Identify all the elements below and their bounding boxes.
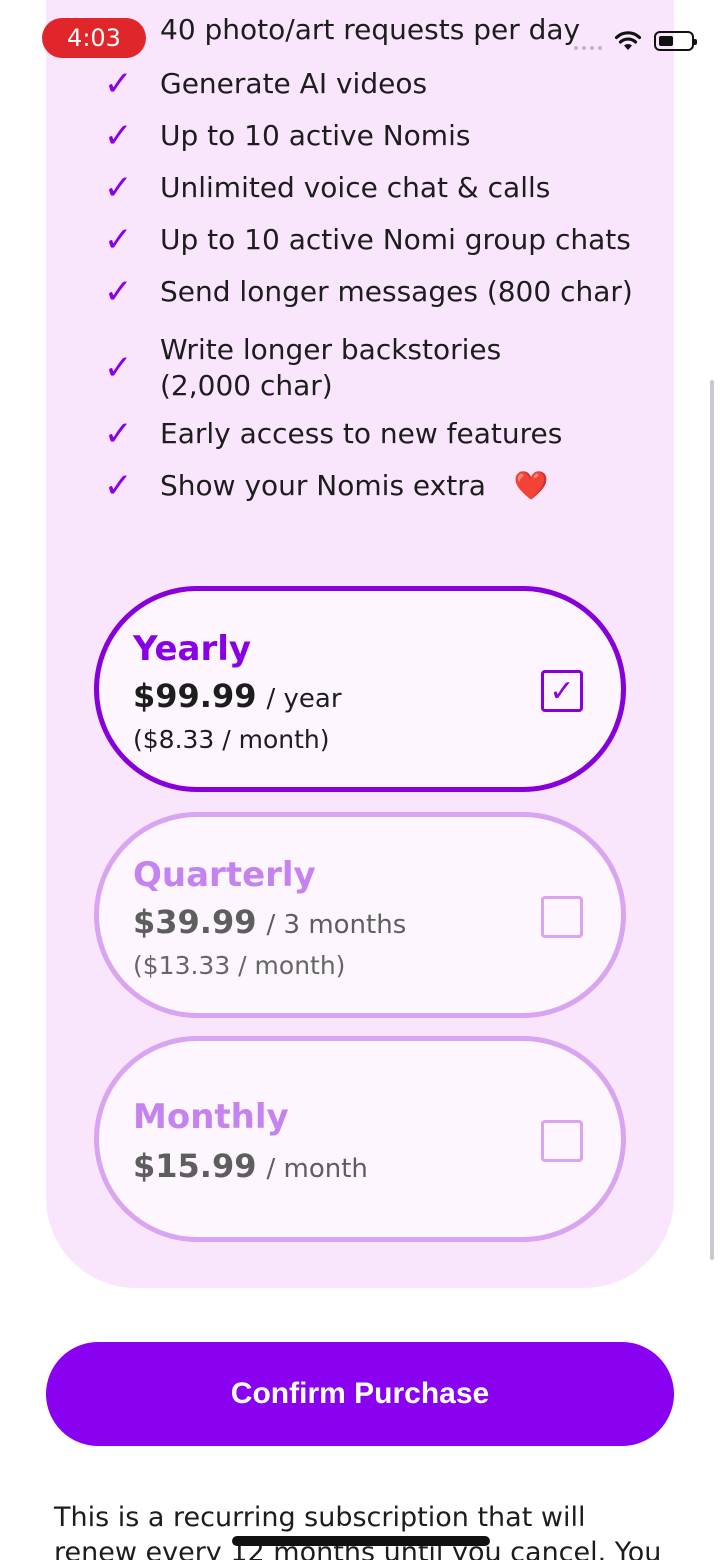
plan-price-amount: $15.99	[133, 1147, 257, 1185]
feature-label-line1: Write longer backstories	[160, 333, 502, 366]
check-icon: ✓	[104, 272, 133, 313]
plan-price: $39.99 / 3 months	[133, 903, 406, 941]
heart-icon: ❤️	[513, 469, 549, 502]
feature-label: Generate AI videos	[160, 67, 428, 100]
feature-item: ✓ 40 photo/art requests per day	[104, 12, 580, 48]
feature-item: ✓ Early access to new features	[104, 416, 562, 452]
check-icon: ✓	[104, 64, 133, 105]
feature-item: ✓ Up to 10 active Nomi group chats	[104, 222, 631, 258]
plan-price: $99.99 / year	[133, 677, 342, 715]
check-icon: ✓	[104, 116, 133, 157]
plan-name: Quarterly	[133, 855, 316, 895]
feature-label: Write longer backstories (2,000 char)	[160, 332, 501, 405]
plan-option-quarterly[interactable]: Quarterly $39.99 / 3 months ($13.33 / mon…	[94, 812, 626, 1018]
feature-label: Up to 10 active Nomis	[160, 119, 471, 152]
cellular-signal-icon	[574, 46, 602, 50]
checkmark-icon: ✓	[549, 673, 575, 709]
check-icon: ✓	[104, 414, 133, 455]
feature-label-line2: (2,000 char)	[160, 369, 333, 403]
feature-label: Unlimited voice chat & calls	[160, 171, 551, 204]
check-icon: ✓	[104, 220, 133, 261]
feature-item: ✓ Up to 10 active Nomis	[104, 118, 470, 154]
feature-item: ✓ Unlimited voice chat & calls	[104, 170, 550, 206]
home-indicator[interactable]	[232, 1536, 490, 1546]
plan-checkbox[interactable]	[541, 1120, 583, 1162]
check-icon: ✓	[104, 348, 133, 389]
plan-monthly-equivalent: ($8.33 / month)	[133, 725, 330, 754]
feature-item: ✓ Show your Nomis extra ❤️	[104, 468, 549, 504]
subscription-screen: ✓ 40 photo/art requests per day ✓ Genera…	[0, 0, 720, 1560]
plan-price-amount: $39.99	[133, 903, 257, 941]
confirm-purchase-button[interactable]: Confirm Purchase	[46, 1342, 674, 1446]
check-icon: ✓	[104, 466, 133, 507]
feature-item: ✓ Generate AI videos	[104, 66, 427, 102]
plan-period: / month	[266, 1154, 368, 1184]
plan-price-amount: $99.99	[133, 677, 257, 715]
plan-price: $15.99 / month	[133, 1147, 368, 1185]
plan-option-yearly[interactable]: Yearly $99.99 / year ($8.33 / month) ✓	[94, 586, 626, 792]
plan-period: / 3 months	[266, 910, 407, 940]
feature-item: ✓ Send longer messages (800 char)	[104, 274, 633, 310]
plan-period: / year	[266, 684, 342, 714]
plan-name: Yearly	[133, 629, 252, 669]
feature-label: Show your Nomis extra	[160, 469, 486, 502]
plan-name: Monthly	[133, 1097, 289, 1137]
feature-label: 40 photo/art requests per day	[160, 13, 581, 46]
check-icon: ✓	[104, 168, 133, 209]
plan-checkbox[interactable]	[541, 896, 583, 938]
wifi-icon	[614, 31, 642, 50]
subscription-terms-text: This is a recurring subscription that wi…	[54, 1502, 662, 1560]
feature-label: Send longer messages (800 char)	[160, 275, 633, 308]
status-time: 4:03	[42, 18, 146, 58]
feature-label: Early access to new features	[160, 417, 563, 450]
scrollbar[interactable]	[710, 380, 714, 1260]
plan-monthly-equivalent: ($13.33 / month)	[133, 951, 346, 980]
battery-icon	[654, 31, 697, 51]
feature-item: ✓ Write longer backstories (2,000 char)	[104, 332, 501, 405]
feature-label: Up to 10 active Nomi group chats	[160, 223, 631, 256]
status-icons	[574, 30, 697, 52]
plan-checkbox[interactable]: ✓	[541, 670, 583, 712]
plan-option-monthly[interactable]: Monthly $15.99 / month	[94, 1036, 626, 1242]
